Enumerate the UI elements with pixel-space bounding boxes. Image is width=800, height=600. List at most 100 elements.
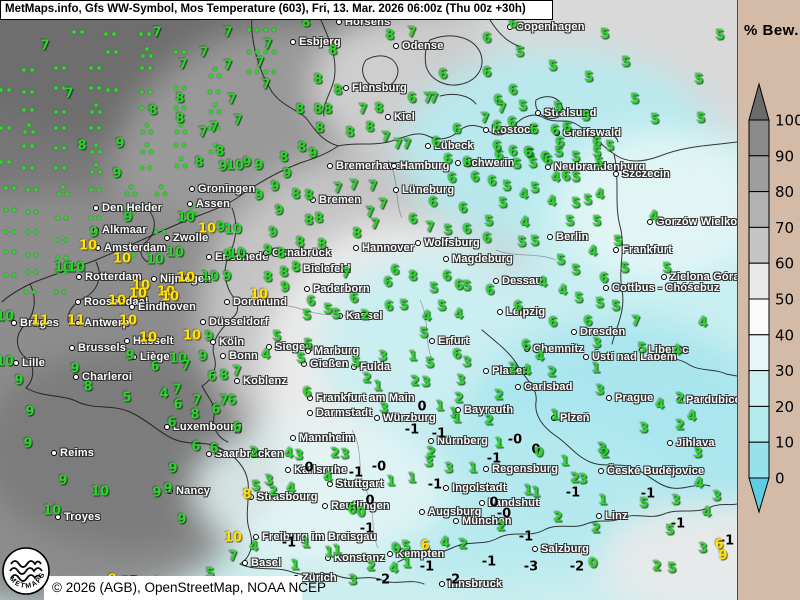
temperature-value: 8 [313,73,322,88]
city-label: Ingolstadt [452,482,507,494]
temperature-value: 5 [462,280,471,295]
temperature-value: 8 [77,139,86,154]
temperature-value: 0 [304,461,313,476]
temperature-value: 1 [560,455,569,470]
temperature-value: 3 [595,384,604,399]
scale-tick-label: 80 [775,183,794,201]
temperature-value: 5 [662,262,671,277]
city-label: Frankfurt am Main [316,392,415,404]
temperature-value: 5 [429,282,438,297]
city-label: Carlsbad [524,381,573,393]
temperature-value: 1 [468,462,477,477]
city-name: Dessau [502,275,542,287]
city-marker-icon [220,353,226,359]
temperature-value: 5 [583,194,592,209]
city-name: Troyes [64,511,101,523]
temperature-value: 5 [296,352,305,367]
temperature-value: 10 [139,331,157,346]
temperature-value: 6 [523,146,532,161]
city-label: Hamburg [400,160,450,172]
temperature-value: 7 [261,78,270,93]
city-marker-icon [75,299,81,305]
temperature-value: -1 [428,478,442,493]
temperature-value: 5 [351,356,360,371]
city-name: Karlsruhe [294,464,347,476]
temperature-value: 6 [492,140,501,155]
temperature-value: 4 [440,536,449,551]
city-name: Frankfurt [622,244,672,256]
city-name: Liberec [648,344,689,356]
temperature-value: 6 [513,300,522,315]
temperature-value: 8 [345,126,354,141]
temperature-value: 4 [159,387,168,402]
city-marker-icon [285,467,291,473]
city-marker-icon [224,299,230,305]
city-marker-icon [304,286,310,292]
scale-tick-label: 0 [775,470,785,488]
city-name: Flensburg [352,82,407,94]
city-label: Odense [402,40,444,52]
city-label: Wolfsburg [424,237,480,249]
temperature-value: 8 [279,151,288,166]
temperature-value: 9 [125,349,134,364]
city-label: Reims [60,447,94,459]
temperature-value: 10 [183,329,201,344]
temperature-value: 6 [470,171,479,186]
temperature-value: 4 [687,410,696,425]
city-label: Alkmaar [102,224,147,236]
temperature-value: 4 [261,348,270,363]
weather-map[interactable]: HorsensCopenhagenEsbjergOdenseFlensburgK… [0,0,737,600]
temperature-value: -0 [508,433,522,448]
city-label: Gorzów Wielkopolski [656,216,737,228]
city-name: Nancy [176,485,210,497]
temperature-value: 6 [485,284,494,299]
temperature-value: 4 [698,316,707,331]
temperature-value: 6 [452,348,461,363]
temperature-value: 3 [592,337,601,352]
temperature-value: 5 [574,292,583,307]
temperature-value: 1 [452,412,461,427]
temperature-value: 7 [393,138,402,153]
temperature-value: 7 [368,180,377,195]
temperature-value: 10 [0,355,14,370]
temperature-value: 5 [303,338,312,353]
city-marker-icon [353,245,359,251]
city-marker-icon [307,410,313,416]
temperature-value: 10 [129,287,147,302]
city-name: Ingolstadt [452,482,507,494]
temperature-value: 6 [529,123,538,138]
metmaps-logo: METMAPS [0,544,52,600]
temperature-value: 1 [598,494,607,509]
city-name: Erfurt [438,335,469,347]
city-label: Konstanz [334,552,385,564]
temperature-value: 5 [530,235,539,250]
temperature-value: 5 [122,391,131,406]
temperature-value: 8 [408,270,417,285]
temperature-value: 5 [401,540,410,555]
temperature-value: 6 [191,440,200,455]
temperature-value: 1 [494,437,503,452]
temperature-value: 9 [268,226,277,241]
temperature-value: -1 [487,452,501,467]
temperature-value: 6 [583,315,592,330]
city-name: Odense [402,40,444,52]
temperature-value: 10 [43,504,61,519]
temperature-value: 7 [333,182,342,197]
temperature-value: 6 [383,276,392,291]
temperature-value: 6 [458,202,467,217]
city-marker-icon [189,186,195,192]
city-name: Gießen [310,358,349,370]
temperature-value: 6 [462,156,471,171]
city-marker-icon [290,435,296,441]
city-name: Berlin [556,231,588,243]
temperature-value: 9 [270,180,279,195]
city-name: Bonn [229,350,258,362]
temperature-value: 9 [112,167,121,182]
city-name: Carlsbad [524,381,573,393]
city-name: Bremerhaven [336,160,409,172]
temperature-value: 10 [0,310,14,325]
temperature-value: 4 [547,195,556,210]
temperature-value: 5 [484,215,493,230]
temperature-value: 9 [70,362,79,377]
temperature-value: 5 [611,300,620,315]
